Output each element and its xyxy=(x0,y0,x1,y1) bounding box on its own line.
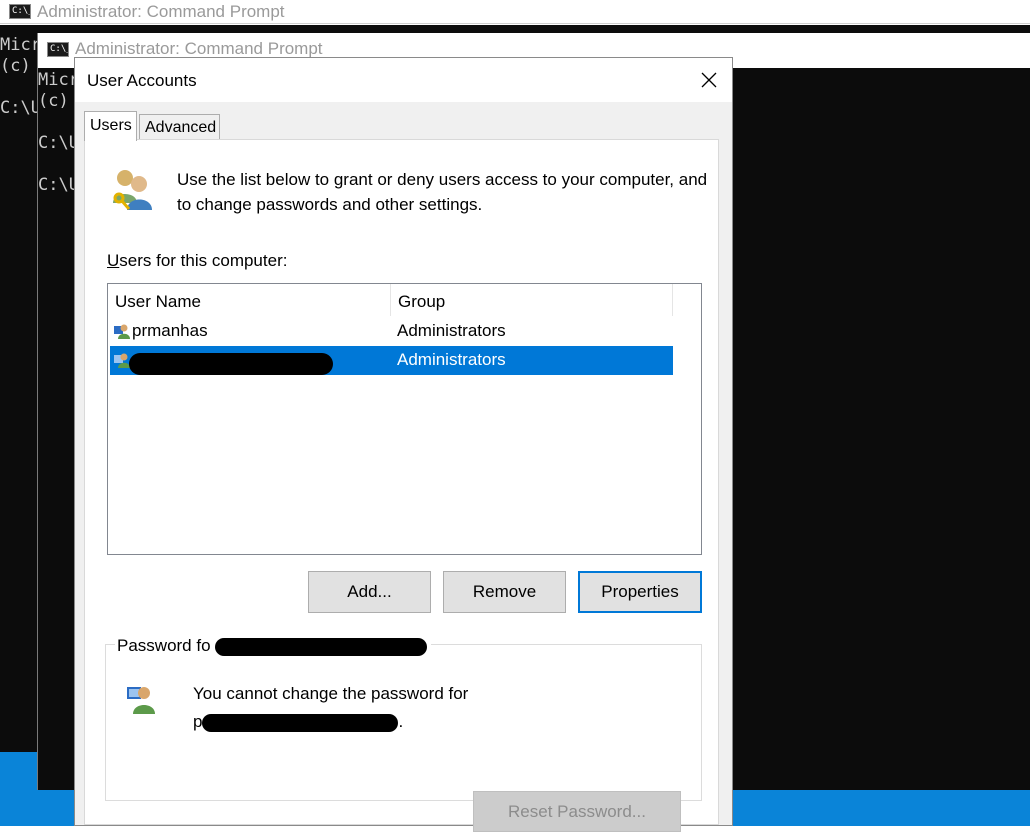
redacted-username xyxy=(129,353,333,375)
users-listview[interactable]: User Name Group prmanhas Administrators xyxy=(107,283,702,555)
users-label-text: sers for this computer: xyxy=(119,251,288,270)
close-icon xyxy=(701,72,717,88)
dialog-titlebar[interactable]: User Accounts xyxy=(75,58,732,102)
column-header-group[interactable]: Group xyxy=(391,284,671,316)
cmd-front-title: Administrator: Command Prompt xyxy=(75,39,323,58)
user-icon xyxy=(114,324,130,339)
cmd-back-title: Administrator: Command Prompt xyxy=(37,1,285,21)
password-group-label-text: Password fo xyxy=(117,636,211,655)
tab-users[interactable]: Users xyxy=(84,111,137,141)
users-keys-icon xyxy=(113,170,152,210)
add-user-button[interactable]: Add... xyxy=(308,571,431,613)
redacted-group-username xyxy=(215,637,428,656)
password-message-prefix: p xyxy=(193,712,203,731)
command-prompt-icon: C:\_ xyxy=(9,4,31,19)
users-tab-panel: Use the list below to grant or deny user… xyxy=(84,139,719,832)
table-row-user-2[interactable]: Administrators xyxy=(110,346,673,375)
table-row-user-1[interactable]: prmanhas Administrators xyxy=(110,317,673,346)
column-separator[interactable] xyxy=(672,284,673,316)
properties-button[interactable]: Properties xyxy=(578,571,702,613)
intro-text: Use the list below to grant or deny user… xyxy=(177,170,708,214)
command-prompt-icon: C:\_ xyxy=(47,41,69,57)
listview-header: User Name Group xyxy=(108,284,701,316)
user-name: prmanhas xyxy=(132,321,208,340)
tab-advanced[interactable]: Advanced xyxy=(139,114,220,139)
cmd-back-titlebar[interactable]: C:\_ Administrator: Command Prompt xyxy=(0,0,1030,24)
users-list-label: Users for this computer: xyxy=(107,251,287,271)
password-message-line2: p. xyxy=(193,708,468,736)
user-group: Administrators xyxy=(397,321,506,340)
user-password-icon xyxy=(127,687,155,714)
password-group-label: Password fo xyxy=(115,636,432,656)
close-button[interactable] xyxy=(694,66,724,94)
user-accounts-dialog: User Accounts Users Advanced Use the lis… xyxy=(74,57,733,832)
redacted-password-username xyxy=(202,713,399,732)
password-message-line1: You cannot change the password for xyxy=(193,684,469,703)
dialog-title: User Accounts xyxy=(87,71,197,90)
password-message: You cannot change the password for p. xyxy=(193,680,468,736)
password-message-suffix: . xyxy=(398,712,404,731)
user-group: Administrators xyxy=(397,350,506,369)
column-header-username[interactable]: User Name xyxy=(108,284,390,316)
remove-user-button[interactable]: Remove xyxy=(443,571,566,613)
users-label-accelerator: U xyxy=(107,251,120,270)
